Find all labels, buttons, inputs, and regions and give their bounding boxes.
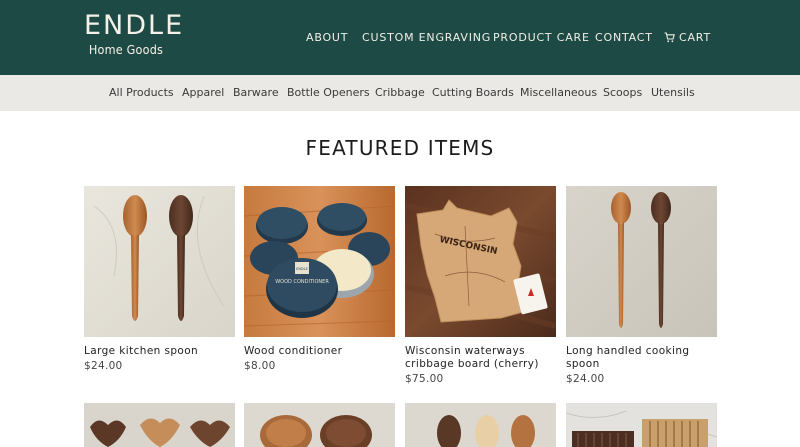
tin-label: WOOD CONDITIONER bbox=[275, 279, 329, 285]
product-image-long-handled-cooking-spoon[interactable] bbox=[566, 186, 717, 337]
product-price: $24.00 bbox=[566, 373, 605, 385]
nav-contact-label: CONTACT bbox=[595, 31, 653, 44]
product-price: $24.00 bbox=[84, 360, 123, 372]
product-name[interactable]: Wisconsin waterways cribbage board (cher… bbox=[405, 345, 556, 371]
tin-brand-label: ENDLE bbox=[296, 267, 308, 271]
product-price: $75.00 bbox=[405, 373, 444, 385]
product-card-wisconsin-cribbage-board: WISCONSIN Wisconsin waterways cribbage b… bbox=[405, 186, 556, 385]
nav-cart-label: CART bbox=[679, 31, 711, 44]
product-image-heart-bowls[interactable] bbox=[84, 403, 235, 447]
product-image-wood-conditioner[interactable]: ENDLE WOOD CONDITIONER bbox=[244, 186, 395, 337]
product-name[interactable]: Wood conditioner bbox=[244, 345, 395, 358]
category-cribbage[interactable]: Cribbage bbox=[375, 86, 425, 99]
nav-contact[interactable]: CONTACT bbox=[595, 31, 653, 47]
cart-icon bbox=[664, 32, 675, 43]
nav-cart[interactable]: CART bbox=[664, 31, 711, 47]
product-card-large-kitchen-spoon: Large kitchen spoon $24.00 bbox=[84, 186, 235, 372]
nav-about[interactable]: ABOUT bbox=[306, 31, 348, 47]
brand-name: ENDLE bbox=[84, 10, 185, 41]
category-scoops[interactable]: Scoops bbox=[603, 86, 642, 99]
nav-about-label: ABOUT bbox=[306, 31, 349, 44]
product-image-cutting-boards[interactable] bbox=[566, 403, 717, 447]
product-image-round-bowls[interactable] bbox=[244, 403, 395, 447]
product-name[interactable]: Long handled cooking spoon bbox=[566, 345, 717, 371]
category-cutting-boards[interactable]: Cutting Boards bbox=[432, 86, 514, 99]
product-price: $8.00 bbox=[244, 360, 276, 372]
nav-custom-engraving-label: CUSTOM ENGRAVING bbox=[362, 31, 492, 44]
product-name[interactable]: Large kitchen spoon bbox=[84, 345, 235, 358]
category-apparel[interactable]: Apparel bbox=[182, 86, 224, 99]
category-barware[interactable]: Barware bbox=[233, 86, 279, 99]
nav-custom-engraving[interactable]: CUSTOM ENGRAVING bbox=[362, 31, 491, 47]
logo[interactable]: ENDLE Home Goods bbox=[84, 10, 185, 62]
brand-tagline: Home Goods bbox=[88, 42, 164, 57]
product-image-large-kitchen-spoon[interactable] bbox=[84, 186, 235, 337]
nav-product-care-label: PRODUCT CARE bbox=[493, 31, 590, 44]
section-title: FEATURED ITEMS bbox=[305, 136, 495, 160]
category-bar: All Products Apparel Barware Bottle Open… bbox=[0, 75, 800, 111]
category-bottle-openers[interactable]: Bottle Openers bbox=[287, 86, 370, 99]
product-image-scoops[interactable] bbox=[405, 403, 556, 447]
category-utensils[interactable]: Utensils bbox=[651, 86, 695, 99]
category-all-products[interactable]: All Products bbox=[109, 86, 174, 99]
product-card-wood-conditioner: ENDLE WOOD CONDITIONER Wood conditioner … bbox=[244, 186, 395, 372]
product-image-wisconsin-cribbage-board[interactable]: WISCONSIN bbox=[405, 186, 556, 337]
category-miscellaneous[interactable]: Miscellaneous bbox=[520, 86, 597, 99]
site-header: ENDLE Home Goods ABOUT CUSTOM ENGRAVING … bbox=[0, 0, 800, 75]
product-card-long-handled-cooking-spoon: Long handled cooking spoon $24.00 bbox=[566, 186, 717, 385]
nav-product-care[interactable]: PRODUCT CARE bbox=[493, 31, 590, 47]
